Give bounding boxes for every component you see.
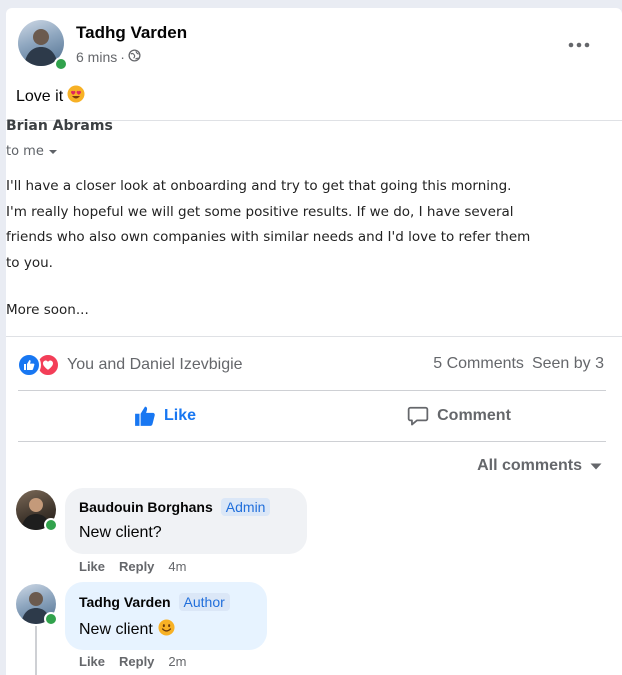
email-sender: Brian Abrams	[6, 118, 113, 134]
email-line: I'll have a closer look at onboarding an…	[6, 178, 512, 194]
author-badge: Author	[178, 593, 230, 611]
online-status-dot	[44, 518, 58, 532]
more-options-icon[interactable]	[568, 32, 590, 55]
comment-header: Tadhg Varden Author	[79, 593, 230, 611]
email-bottom-divider	[6, 336, 622, 337]
comment-reply-link[interactable]: Reply	[119, 559, 154, 574]
comment-text-content: New client?	[79, 524, 162, 541]
engagement-counts: 5 Comments Seen by 3	[433, 355, 604, 373]
comment-header: Baudouin Borghans Admin	[79, 498, 271, 516]
reaction-names[interactable]: You and Daniel Izevbigie	[67, 356, 243, 374]
comment-bubble: Baudouin Borghans Admin New client?	[65, 488, 307, 554]
heart-eyes-emoji-icon	[67, 85, 85, 108]
online-status-dot	[54, 57, 68, 71]
admin-badge: Admin	[220, 498, 271, 516]
email-signoff: More soon...	[6, 302, 89, 318]
comment-button[interactable]: Comment	[312, 401, 606, 431]
comment-like-link[interactable]: Like	[79, 654, 105, 669]
email-spacer	[6, 276, 606, 298]
email-line: friends who also own companies with simi…	[6, 229, 531, 245]
post-time[interactable]: 6 mins	[76, 49, 117, 65]
like-label: Like	[163, 407, 196, 424]
commenter-name[interactable]: Baudouin Borghans	[79, 499, 213, 515]
comment-reply-link[interactable]: Reply	[119, 654, 154, 669]
email-recipient[interactable]: to me	[6, 144, 58, 159]
chevron-down-icon	[48, 149, 57, 154]
reactions-summary[interactable]: You and Daniel Izevbigie	[17, 353, 243, 377]
comment-filter-label: All comments	[477, 457, 582, 474]
email-line: to you.	[6, 254, 53, 271]
comment-time[interactable]: 2m	[168, 654, 186, 669]
like-button[interactable]: Like	[18, 401, 312, 431]
post-meta: 6 mins ·	[76, 49, 141, 65]
comment-text-content: New client	[79, 621, 153, 638]
actions-top-divider	[18, 390, 606, 391]
email-line: I'm really hopeful we will get some posi…	[6, 203, 514, 220]
seen-by[interactable]: Seen by 3	[532, 355, 604, 373]
commenter-name[interactable]: Tadhg Varden	[79, 594, 171, 610]
comment-time[interactable]: 4m	[168, 559, 186, 574]
email-body: I'll have a closer look at onboarding an…	[6, 174, 606, 324]
post-author-name[interactable]: Tadhg Varden	[76, 23, 187, 43]
comment-bubble-icon	[407, 406, 429, 426]
post-text-content: Love it	[16, 87, 64, 105]
thread-line	[35, 626, 37, 675]
online-status-dot	[44, 612, 58, 626]
comment-filter-dropdown[interactable]: All comments	[477, 457, 602, 475]
like-reaction-icon	[17, 353, 41, 377]
comment-actions: Like Reply 2m	[79, 654, 186, 669]
comment-bubble: Tadhg Varden Author New client	[65, 582, 267, 650]
email-recipient-label: to me	[6, 144, 44, 159]
comment-actions: Like Reply 4m	[79, 559, 186, 574]
thumbs-up-icon	[135, 406, 155, 426]
comment-text: New client?	[79, 524, 162, 542]
post-card: Tadhg Varden 6 mins · Love it Brian Abra…	[6, 8, 622, 675]
comment-text: New client	[79, 619, 175, 641]
globe-icon	[128, 49, 141, 65]
post-text: Love it	[16, 85, 85, 108]
meta-separator: ·	[120, 49, 125, 65]
comment-label: Comment	[437, 407, 511, 424]
actions-bottom-divider	[18, 441, 606, 442]
smile-emoji-icon	[158, 619, 175, 641]
caret-down-icon	[590, 463, 602, 469]
comments-count[interactable]: 5 Comments	[433, 355, 524, 373]
comment-like-link[interactable]: Like	[79, 559, 105, 574]
